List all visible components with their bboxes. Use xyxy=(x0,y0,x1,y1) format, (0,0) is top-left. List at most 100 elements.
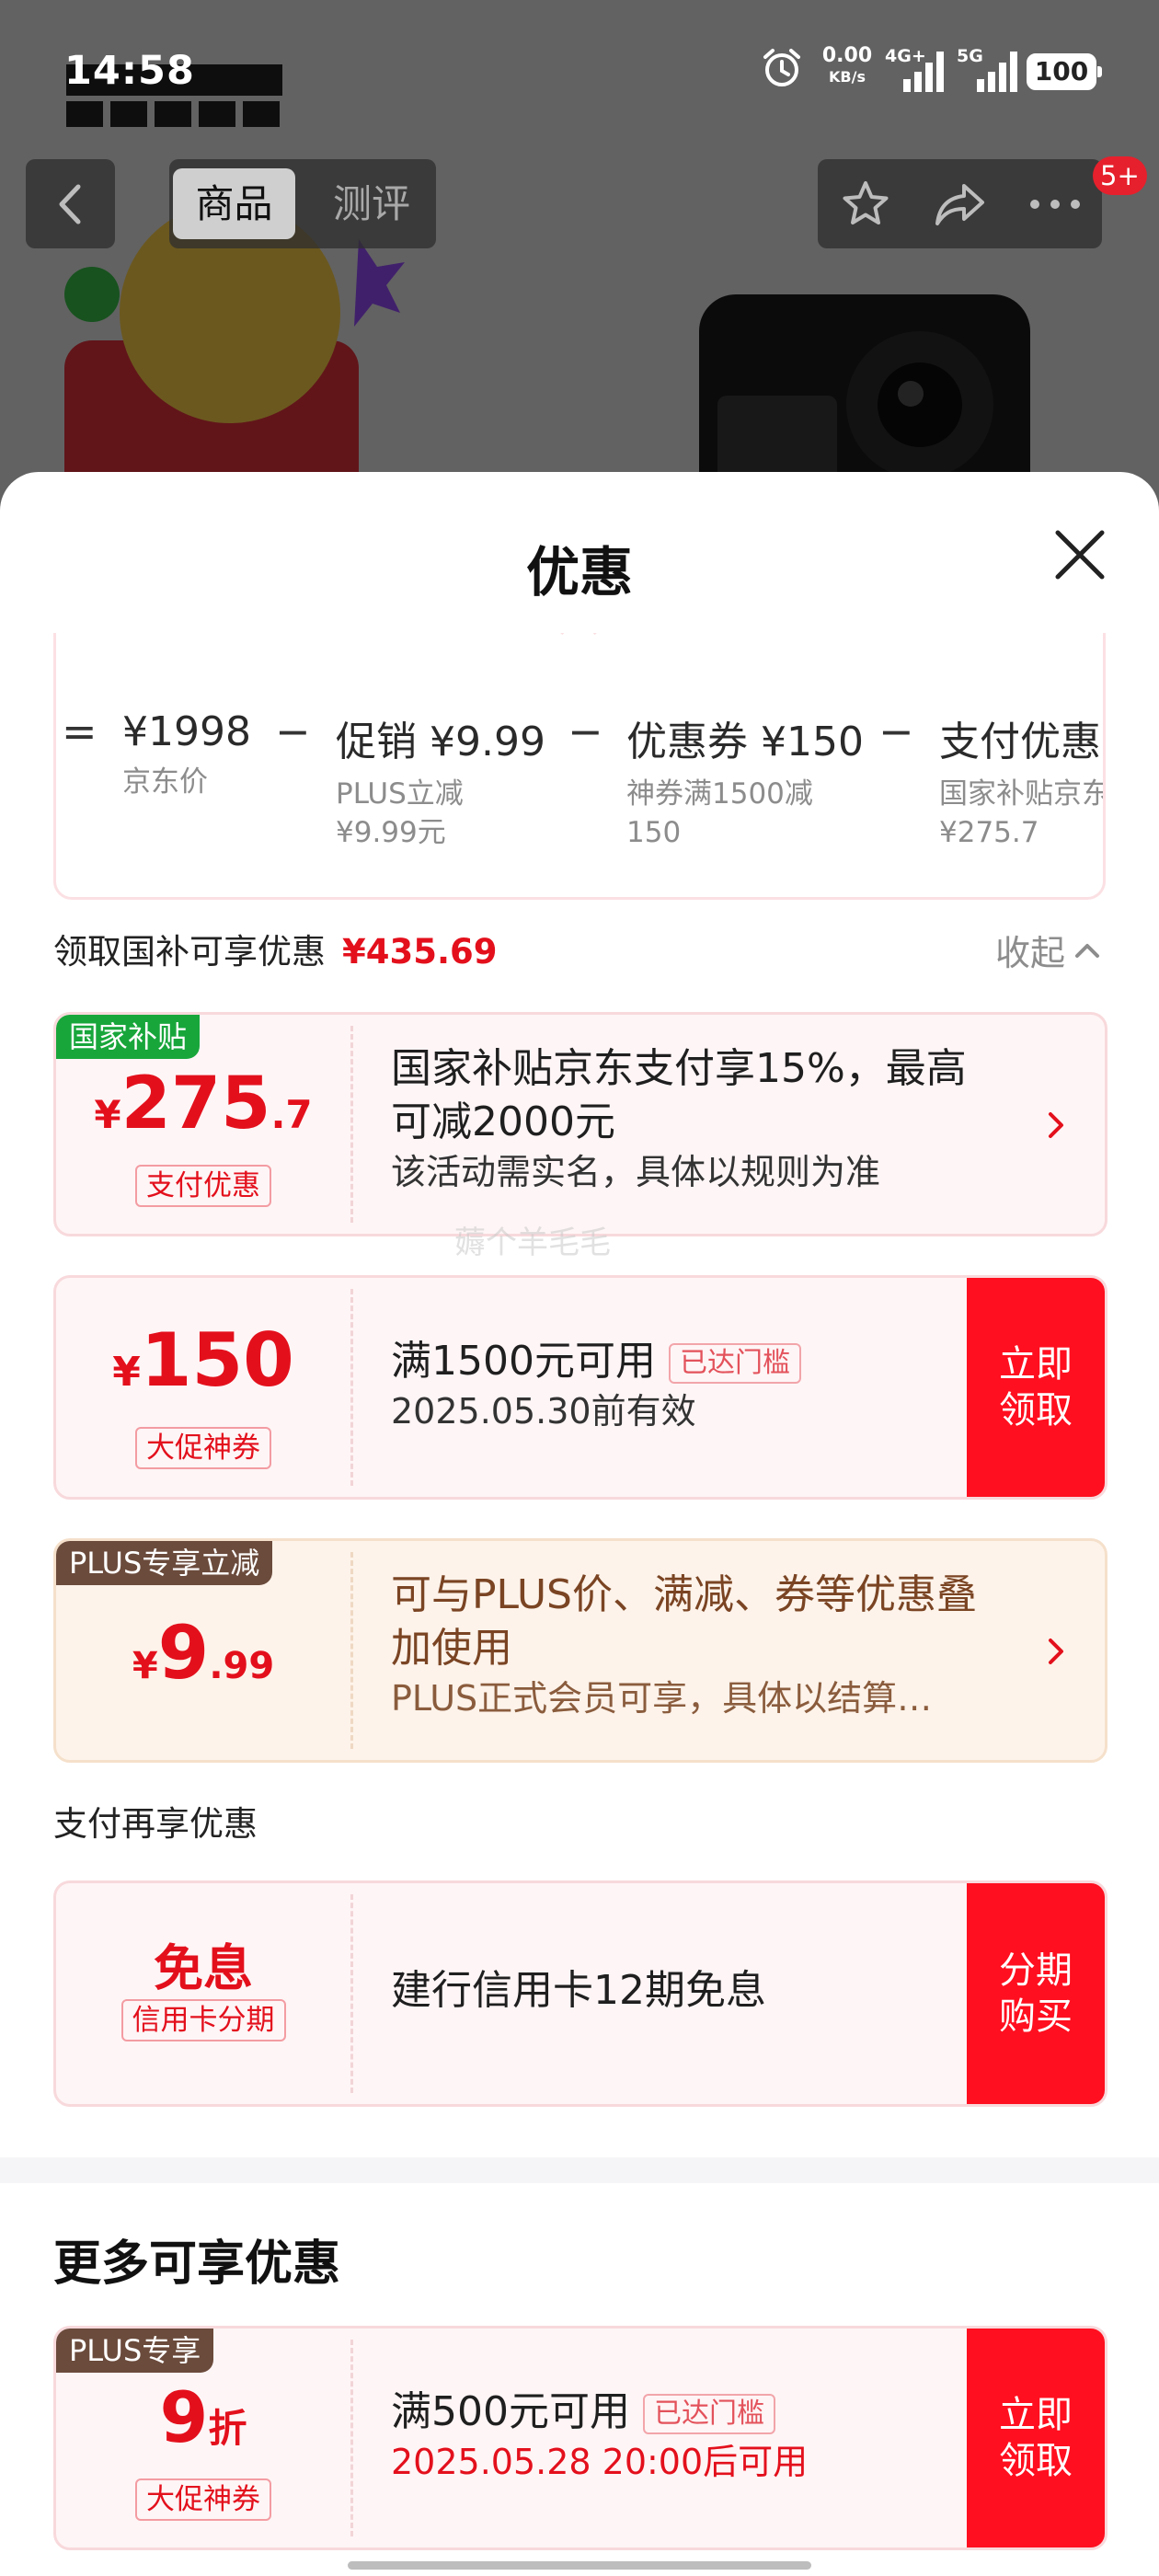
coupon-title: 优惠券 ¥150 xyxy=(626,719,864,765)
home-indicator[interactable] xyxy=(348,2561,811,2570)
battery-indicator: 100 xyxy=(1027,53,1102,90)
installment-big: 免息 xyxy=(154,1939,253,1997)
sheet-title: 优惠 xyxy=(525,541,633,604)
installment-button-line1: 分期 xyxy=(999,1949,1073,1992)
subsidy-price-dec: .7 xyxy=(270,1092,313,1137)
claim-button[interactable]: 立即 领取 xyxy=(967,1278,1105,1497)
coupon-150-body: 满1500元可用 已达门槛 2025.05.30前有效 xyxy=(391,1335,939,1434)
subsidy-pill: 支付优惠 xyxy=(135,1165,271,1207)
jd-price-value: ¥1998 xyxy=(122,708,251,755)
plus-discount-card[interactable]: PLUS专享立减 ¥9.99 可与PLUS价、满减、券等优惠叠加使用 PLUS正… xyxy=(53,1538,1107,1763)
claim-button-line1: 立即 xyxy=(999,2394,1073,2436)
coupon-150-currency: ¥ xyxy=(112,1349,141,1396)
promo-sub1: PLUS立减 xyxy=(336,777,464,811)
nav-actions xyxy=(818,159,1102,248)
equals-sign: = xyxy=(62,707,98,756)
collapse-label: 收起 xyxy=(995,933,1066,973)
net-speed-value: 0.00 xyxy=(821,44,873,67)
share-icon xyxy=(935,183,984,225)
message-badge: 5+ xyxy=(1093,156,1147,195)
minus-sign: − xyxy=(568,707,603,756)
national-section-amount: ¥435.69 xyxy=(342,932,498,972)
card-divider xyxy=(350,1552,353,1749)
coupon-150-price-int: 150 xyxy=(140,1317,294,1403)
subsidy-card[interactable]: 国家补贴 ¥275.7 支付优惠 国家补贴京东支付享15%，最高可减2000元 … xyxy=(53,1012,1107,1236)
subsidy-currency: ¥ xyxy=(94,1092,121,1137)
plus-price-dec: .99 xyxy=(209,1645,275,1687)
coupon-150-expiry: 2025.05.30前有效 xyxy=(391,1391,696,1432)
breakdown-promo: 促销 ¥9.99 PLUS立减 ¥9.99元 xyxy=(336,708,545,852)
subsidy-price: ¥275.7 xyxy=(56,1063,350,1165)
chevron-right-icon xyxy=(1049,1112,1063,1138)
minus-sign: − xyxy=(878,707,914,756)
coupon-150-title: 满1500元可用 xyxy=(391,1338,656,1385)
signal-5g-icon xyxy=(977,52,1017,92)
claim-button-line2: 领取 xyxy=(999,1389,1073,1432)
subsidy-price-int: 275 xyxy=(120,1063,271,1145)
national-section-text: 领取国补可享优惠 xyxy=(53,932,326,972)
installment-title: 建行信用卡12期免息 xyxy=(391,1967,766,2014)
discount-coupon-card: PLUS专享 9折 大促神券 满500元可用 已达门槛 2025.05.28 20… xyxy=(53,2326,1107,2550)
chevron-up-icon xyxy=(1075,943,1100,958)
star-icon xyxy=(843,180,888,224)
plus-title: 可与PLUS价、满减、券等优惠叠加使用 xyxy=(391,1571,977,1672)
coupon-150-left: ¥150 大促神券 xyxy=(56,1278,350,1497)
collapse-button[interactable]: 收起 xyxy=(995,925,1100,975)
more-section-title: 更多可享优惠 xyxy=(53,2237,341,2292)
installment-left: 免息 信用卡分期 xyxy=(56,1883,350,2104)
discount-value: 9折 xyxy=(56,2376,350,2478)
discount-title-row: 满500元可用 已达门槛 xyxy=(391,2386,939,2439)
discount-body: 满500元可用 已达门槛 2025.05.28 20:00后可用 xyxy=(391,2386,939,2485)
status-time: 14:58 xyxy=(64,48,195,94)
subsidy-body: 国家补贴京东支付享15%，最高可减2000元 该活动需实名，具体以规则为准 xyxy=(391,1042,994,1195)
watermark: 薅个羊毛毛 xyxy=(454,1225,611,1261)
jd-price-label: 京东价 xyxy=(122,765,208,799)
coupon-150-price: ¥150 xyxy=(56,1315,350,1427)
coupon-150-title-row: 满1500元可用 已达门槛 xyxy=(391,1335,939,1388)
claim-button-line1: 立即 xyxy=(999,1343,1073,1386)
back-button[interactable] xyxy=(26,159,115,248)
close-icon xyxy=(1055,530,1105,580)
net-speed: 0.00 KB/s xyxy=(819,46,876,85)
price-breakdown: = ¥1998 京东价 − 促销 ¥9.99 PLUS立减 ¥9.99元 − 优… xyxy=(53,633,1106,900)
net-speed-unit: KB/s xyxy=(829,68,866,86)
coupon-150-pill: 大促神券 xyxy=(135,1427,271,1469)
plus-body: 可与PLUS价、满减、券等优惠叠加使用 PLUS正式会员可享，具体以结算… xyxy=(391,1569,994,1721)
breakdown-notch xyxy=(560,633,597,651)
minus-sign: − xyxy=(275,707,311,756)
plus-currency: ¥ xyxy=(132,1645,158,1687)
claim-button[interactable]: 立即 领取 xyxy=(967,2329,1105,2547)
status-bar: 14:58 0.00 KB/s 4G+ 5G 100 xyxy=(0,0,1159,138)
plus-price: ¥9.99 xyxy=(56,1607,350,1719)
tab-product[interactable]: 商品 xyxy=(173,168,295,239)
tab-review[interactable]: 测评 xyxy=(316,168,427,239)
plus-left: ¥9.99 xyxy=(56,1541,350,1760)
discount-available-time: 2025.05.28 20:00后可用 xyxy=(391,2442,809,2482)
pay-sub1: 国家补贴京东 xyxy=(939,777,1106,811)
favorite-button[interactable] xyxy=(818,159,912,248)
breakdown-coupon: 优惠券 ¥150 神券满1500减 150 xyxy=(626,708,864,852)
subsidy-title: 国家补贴京东支付享15%，最高可减2000元 xyxy=(391,1045,967,1145)
installment-card: 免息 信用卡分期 建行信用卡12期免息 分期 购买 xyxy=(53,1880,1107,2107)
discount-title: 满500元可用 xyxy=(391,2388,630,2435)
signal-icon xyxy=(903,52,944,92)
more-button[interactable] xyxy=(1007,159,1102,248)
section-separator xyxy=(0,2157,1159,2183)
national-section-label: 领取国补可享优惠 ¥435.69 xyxy=(53,924,498,973)
share-button[interactable] xyxy=(912,159,1007,248)
coupon-150-card: ¥150 大促神券 满1500元可用 已达门槛 2025.05.30前有效 立即 … xyxy=(53,1275,1107,1500)
installment-buy-button[interactable]: 分期 购买 xyxy=(967,1883,1105,2104)
nav-tabs: 商品 测评 xyxy=(169,159,436,248)
card-divider xyxy=(350,2340,353,2536)
pay-sub2: ¥275.7 xyxy=(939,816,1039,849)
subsidy-left: ¥275.7 支付优惠 xyxy=(56,1015,350,1234)
subsidy-sub: 该活动需实名，具体以规则为准 xyxy=(391,1152,881,1192)
more-icon xyxy=(1029,199,1080,209)
card-divider xyxy=(350,1289,353,1486)
threshold-badge: 已达门槛 xyxy=(668,1343,801,1384)
chevron-left-icon xyxy=(59,184,80,224)
pay-section-label: 支付再享优惠 xyxy=(53,1804,258,1844)
installment-pill: 信用卡分期 xyxy=(120,1999,286,2041)
promo-title: 促销 ¥9.99 xyxy=(336,719,545,765)
close-button[interactable] xyxy=(1049,523,1111,586)
